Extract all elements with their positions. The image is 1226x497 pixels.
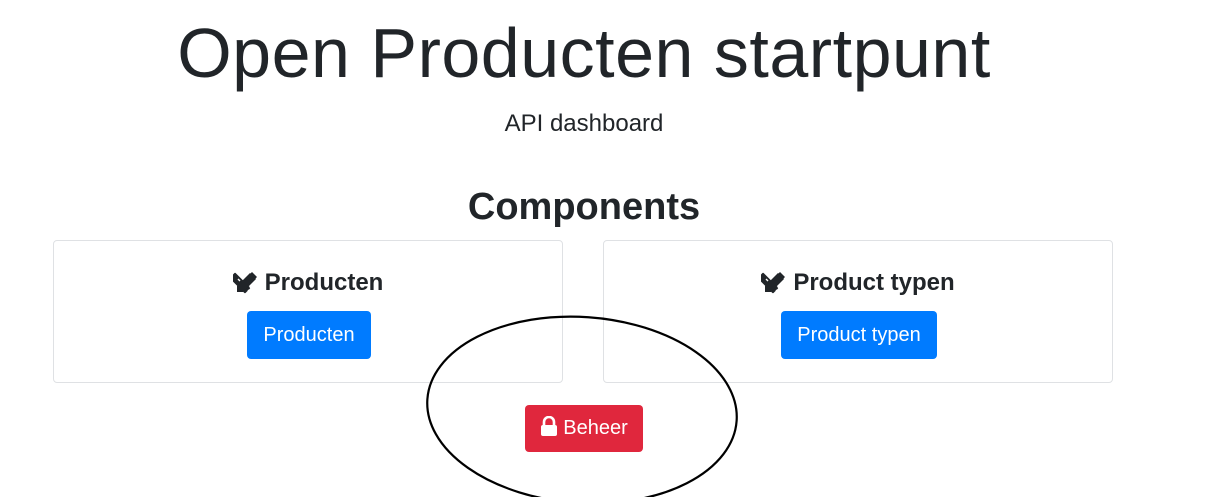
pencil-ruler-icon [761, 270, 787, 296]
beheer-label: Beheer [563, 417, 628, 439]
card-title-producten: Producten [54, 268, 562, 298]
pencil-ruler-icon [232, 270, 259, 296]
card-title-text: Product typen [793, 269, 955, 296]
producten-button[interactable]: Producten [247, 311, 371, 359]
component-card-producten: Producten Producten [53, 240, 563, 383]
components-heading: Components [467, 186, 701, 228]
card-title-text: Producten [264, 269, 384, 296]
beheer-button[interactable]: Beheer [525, 405, 643, 452]
page-title: Open Producten startpunt [177, 14, 991, 92]
product-typen-button[interactable]: Product typen [781, 311, 937, 359]
lock-icon [540, 415, 558, 442]
page-subtitle: API dashboard [504, 110, 664, 137]
card-title-product-typen: Product typen [604, 268, 1112, 298]
component-card-product-typen: Product typen Product typen [603, 240, 1113, 383]
